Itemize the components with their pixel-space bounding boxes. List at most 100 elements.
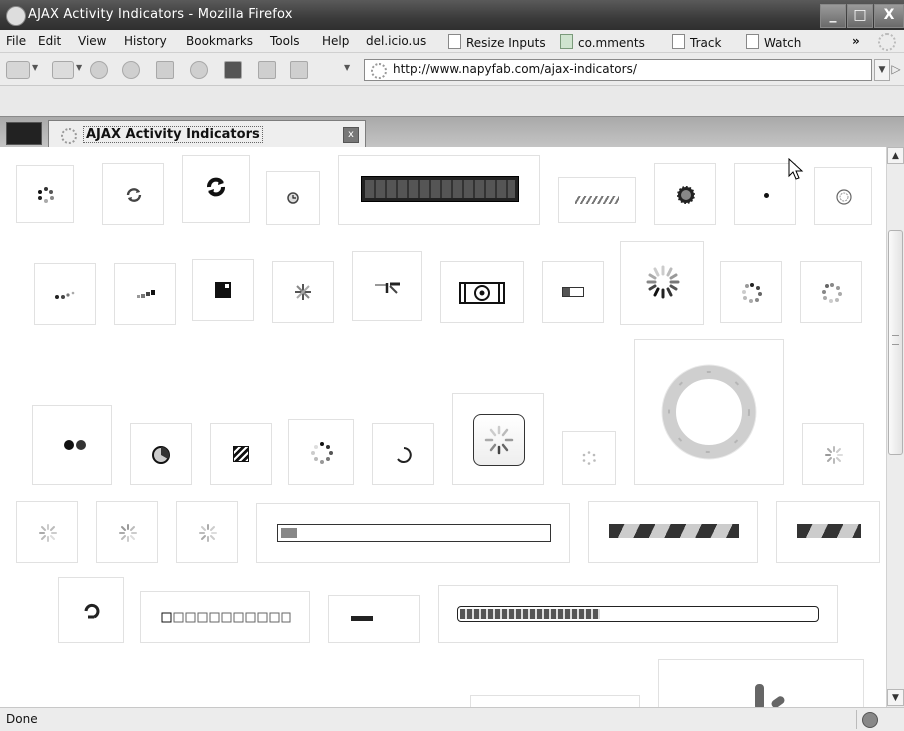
stop-icon[interactable] bbox=[122, 61, 140, 79]
arc-spinner-icon bbox=[397, 447, 412, 463]
ring-spinner-icon bbox=[661, 364, 757, 460]
barber-pole-bar bbox=[797, 524, 861, 538]
indicator-sample bbox=[438, 585, 838, 643]
dot-icon bbox=[764, 193, 769, 198]
bars-circle-spinner-icon bbox=[119, 524, 137, 542]
close-window-button[interactable]: X bbox=[874, 4, 904, 28]
indicator-sample bbox=[16, 501, 78, 563]
loading-favicon-icon bbox=[61, 128, 77, 144]
indicator-sample bbox=[452, 393, 544, 485]
firefox-icon bbox=[6, 6, 26, 26]
bookmark-label: Track bbox=[690, 36, 722, 50]
indicator-sample bbox=[800, 261, 862, 323]
url-bar[interactable]: http://www.napyfab.com/ajax-indicators/ bbox=[364, 59, 872, 81]
scroll-down-button[interactable]: ▼ bbox=[887, 689, 904, 706]
comments-icon bbox=[560, 34, 573, 49]
bookmarks-overflow-button[interactable]: » bbox=[852, 34, 860, 48]
page-icon bbox=[746, 34, 759, 49]
bookmark-track[interactable]: Track bbox=[672, 34, 721, 50]
hatch-spinner-icon bbox=[233, 446, 249, 462]
boxes-progress-icon bbox=[161, 612, 291, 627]
url-text[interactable]: http://www.napyfab.com/ajax-indicators/ bbox=[393, 62, 637, 76]
striped-bar-icon bbox=[575, 196, 619, 204]
indicator-sample bbox=[32, 405, 112, 485]
bar-spinner-icon bbox=[351, 616, 373, 621]
indicator-sample bbox=[352, 251, 422, 321]
indicator-sample bbox=[256, 503, 570, 563]
vertical-scrollbar[interactable]: ▲ ▼ bbox=[886, 147, 904, 707]
window-dropdown-icon[interactable]: ▼ bbox=[344, 63, 350, 72]
indicator-sample bbox=[102, 163, 164, 225]
bar-spinner-icon bbox=[769, 694, 787, 707]
forward-history-dropdown-icon[interactable]: ▼ bbox=[76, 63, 82, 72]
status-text: Done bbox=[6, 712, 38, 726]
print-icon[interactable] bbox=[156, 61, 174, 79]
back-history-dropdown-icon[interactable]: ▼ bbox=[32, 63, 38, 72]
menu-help[interactable]: Help bbox=[322, 34, 349, 48]
go-button[interactable]: ▷ bbox=[890, 59, 902, 79]
scroll-up-button[interactable]: ▲ bbox=[887, 147, 904, 164]
url-history-dropdown-button[interactable]: ▼ bbox=[874, 59, 890, 81]
back-arrow-icon[interactable] bbox=[6, 61, 30, 79]
indicator-sample bbox=[114, 263, 176, 325]
mini-progress-icon bbox=[562, 287, 584, 297]
window-icon[interactable] bbox=[290, 61, 308, 79]
indicator-sample bbox=[192, 259, 254, 321]
indicator-sample bbox=[96, 501, 158, 563]
indicator-sample bbox=[338, 155, 540, 225]
bookmark-delicious[interactable]: del.icio.us bbox=[366, 34, 426, 48]
indicator-sample bbox=[288, 419, 354, 485]
maximize-button[interactable]: □ bbox=[847, 4, 873, 28]
mouse-cursor-icon bbox=[788, 158, 804, 180]
scroll-grip-icon bbox=[892, 335, 899, 345]
barber-pole-bar bbox=[609, 524, 739, 538]
bookmark-label: co.mments bbox=[578, 36, 645, 50]
dots-ring-spinner-icon bbox=[822, 283, 842, 303]
title-bar: AJAX Activity Indicators - Mozilla Firef… bbox=[0, 0, 904, 30]
squares-spinner-icon bbox=[137, 290, 155, 298]
indicator-sample bbox=[266, 171, 320, 225]
indicator-sample bbox=[176, 501, 238, 563]
gear-spinner-icon bbox=[676, 185, 696, 205]
indicator-sample bbox=[542, 261, 604, 323]
tag-icon[interactable] bbox=[258, 61, 276, 79]
indicator-sample bbox=[210, 423, 272, 485]
status-divider bbox=[856, 710, 857, 729]
security-icon[interactable] bbox=[862, 712, 878, 728]
indicator-sample bbox=[440, 261, 524, 323]
status-bar: Done bbox=[0, 707, 904, 731]
page-info-icon[interactable] bbox=[224, 61, 242, 79]
bookmark-comments[interactable]: co.mments bbox=[560, 34, 645, 50]
page-icon bbox=[672, 34, 685, 49]
window-title: AJAX Activity Indicators - Mozilla Firef… bbox=[28, 7, 293, 22]
tab-list-button[interactable] bbox=[6, 122, 42, 145]
scroll-thumb[interactable] bbox=[888, 230, 903, 455]
bookmark-resize-inputs[interactable]: Resize Inputs bbox=[448, 34, 546, 50]
bars-circle-spinner-icon bbox=[825, 446, 843, 464]
menu-history[interactable]: History bbox=[124, 34, 167, 48]
bookmark-watch[interactable]: Watch bbox=[746, 34, 801, 50]
progress-fill bbox=[365, 180, 515, 198]
tab-label: AJAX Activity Indicators bbox=[83, 126, 263, 143]
dots-ring-spinner-icon bbox=[311, 442, 333, 464]
history-icon[interactable] bbox=[190, 61, 208, 79]
progress-bar bbox=[457, 606, 819, 622]
forward-arrow-icon[interactable] bbox=[52, 61, 74, 79]
menu-bookmarks[interactable]: Bookmarks bbox=[186, 34, 253, 48]
indicator-sample bbox=[658, 659, 864, 707]
menu-file[interactable]: File bbox=[6, 34, 26, 48]
swirl-spinner-icon bbox=[84, 603, 100, 619]
indicator-sample bbox=[130, 423, 192, 485]
tab-active[interactable]: AJAX Activity Indicators x bbox=[48, 120, 366, 148]
minimize-button[interactable]: _ bbox=[820, 4, 846, 28]
menu-edit[interactable]: Edit bbox=[38, 34, 61, 48]
menu-view[interactable]: View bbox=[78, 34, 106, 48]
indicator-sample bbox=[776, 501, 880, 563]
page-icon bbox=[448, 34, 461, 49]
indicator-sample bbox=[634, 339, 784, 485]
menu-tools[interactable]: Tools bbox=[270, 34, 300, 48]
close-tab-button[interactable]: x bbox=[343, 127, 359, 143]
bars-circle-spinner-icon bbox=[646, 265, 680, 299]
dots-ring-spinner-icon bbox=[742, 283, 762, 303]
reload-icon[interactable] bbox=[90, 61, 108, 79]
